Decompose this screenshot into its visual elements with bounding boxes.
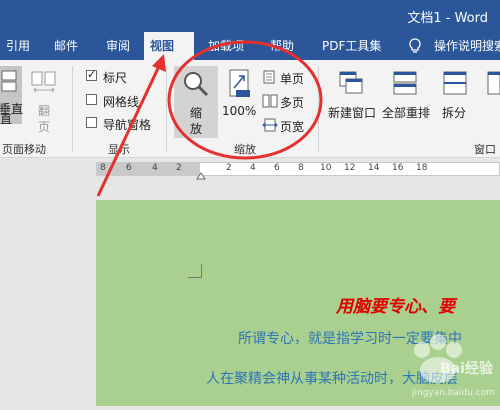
page-width-icon bbox=[262, 118, 278, 132]
flip-sub-label: 页 bbox=[38, 120, 51, 134]
ruler-tick: 2 bbox=[226, 163, 232, 173]
side-to-side-icon bbox=[31, 71, 56, 93]
show-group-label: 显示 bbox=[108, 143, 130, 156]
horizontal-ruler[interactable]: 8 6 4 2 2 4 6 8 10 12 14 16 18 bbox=[0, 158, 500, 180]
ruler-tick: 18 bbox=[416, 163, 428, 173]
one-page-icon bbox=[263, 70, 275, 84]
multi-page-icon bbox=[262, 94, 278, 108]
hundred-percent-label[interactable]: 100% bbox=[222, 104, 256, 118]
split-icon bbox=[443, 71, 467, 95]
tell-me-search[interactable]: 操作说明搜索 bbox=[428, 32, 500, 60]
tab-mailings[interactable]: 邮件 bbox=[48, 32, 84, 60]
ruler-margin bbox=[96, 162, 200, 176]
ruler-tick: 8 bbox=[100, 163, 106, 173]
vertical-sub-label: 直 bbox=[0, 112, 13, 126]
ribbon-view: 垂直 直 翻 页 页面移动 标尺 网格线 导航窗格 显示 缩 放 bbox=[0, 60, 500, 158]
separator bbox=[318, 66, 319, 152]
page-width-label[interactable]: 页宽 bbox=[280, 118, 304, 135]
vertical-pages-icon bbox=[1, 70, 17, 92]
arrange-all-icon bbox=[393, 71, 417, 95]
window-title: 文档1 - Word bbox=[407, 11, 488, 26]
side-by-side-icon bbox=[487, 71, 500, 95]
ruler-tick: 8 bbox=[298, 163, 304, 173]
ruler-tick: 10 bbox=[320, 163, 332, 173]
ruler-tick: 4 bbox=[152, 163, 158, 173]
ruler-tick: 4 bbox=[250, 163, 256, 173]
tab-pdf-tools[interactable]: PDF工具集 bbox=[316, 32, 387, 60]
ruler-tick: 6 bbox=[126, 163, 132, 173]
ruler-tick: 2 bbox=[176, 163, 182, 173]
nav-pane-checkbox[interactable] bbox=[86, 117, 97, 128]
zoom-group-label: 缩放 bbox=[234, 143, 256, 156]
zoom-label: 缩 bbox=[190, 106, 203, 120]
tab-help[interactable]: 帮助 bbox=[264, 32, 300, 60]
heading-text: 用脑要专心、 bbox=[336, 297, 438, 317]
separator bbox=[166, 66, 167, 152]
tab-view[interactable]: 视图 bbox=[144, 32, 194, 60]
arrange-all-label[interactable]: 全部重排 bbox=[382, 104, 430, 121]
new-window-label[interactable]: 新建窗口 bbox=[328, 104, 376, 121]
title-bar: 文档1 - Word bbox=[0, 0, 500, 32]
watermark-text: Bai经验 bbox=[440, 361, 493, 377]
tab-references[interactable]: 引用 bbox=[0, 32, 36, 60]
margin-corner-mark bbox=[188, 264, 202, 278]
hundred-percent-icon bbox=[229, 69, 250, 97]
ruler-label: 标尺 bbox=[103, 71, 128, 85]
ribbon-tab-bar: 引用 邮件 审阅 视图 加载项 帮助 PDF工具集 操作说明搜索 bbox=[0, 32, 500, 60]
split-label[interactable]: 拆分 bbox=[442, 104, 466, 121]
magnifier-icon bbox=[184, 72, 209, 97]
ruler-checkbox[interactable] bbox=[86, 68, 97, 81]
ruler-tick: 6 bbox=[274, 163, 280, 173]
heading-tail: 要 bbox=[438, 297, 455, 317]
lightbulb-icon bbox=[409, 38, 421, 53]
zoom-button[interactable]: 缩 放 bbox=[174, 66, 218, 138]
zoom-label-2: 放 bbox=[190, 122, 203, 136]
window-group-label: 窗口 bbox=[474, 143, 496, 156]
gridlines-label: 网格线 bbox=[103, 95, 140, 109]
indent-marker-icon[interactable] bbox=[196, 170, 206, 180]
ruler-tick: 12 bbox=[344, 163, 356, 173]
watermark: Bai经验 jingyan.baidu.com bbox=[392, 330, 500, 406]
gridlines-checkbox[interactable] bbox=[86, 94, 97, 105]
ruler-tick: 16 bbox=[392, 163, 404, 173]
separator bbox=[72, 66, 73, 152]
page-move-group-label: 页面移动 bbox=[2, 143, 46, 156]
nav-pane-label: 导航窗格 bbox=[103, 118, 152, 132]
ruler-tick: 14 bbox=[368, 163, 380, 173]
multi-page-label[interactable]: 多页 bbox=[280, 94, 304, 111]
tab-add-ins[interactable]: 加载项 bbox=[202, 32, 250, 60]
flip-label[interactable]: 翻 bbox=[38, 102, 50, 119]
document-heading: 用脑要专心、要 bbox=[336, 292, 455, 317]
tab-review[interactable]: 审阅 bbox=[100, 32, 136, 60]
one-page-label[interactable]: 单页 bbox=[280, 70, 304, 87]
new-window-icon bbox=[339, 71, 363, 94]
watermark-sub: jingyan.baidu.com bbox=[412, 388, 496, 398]
